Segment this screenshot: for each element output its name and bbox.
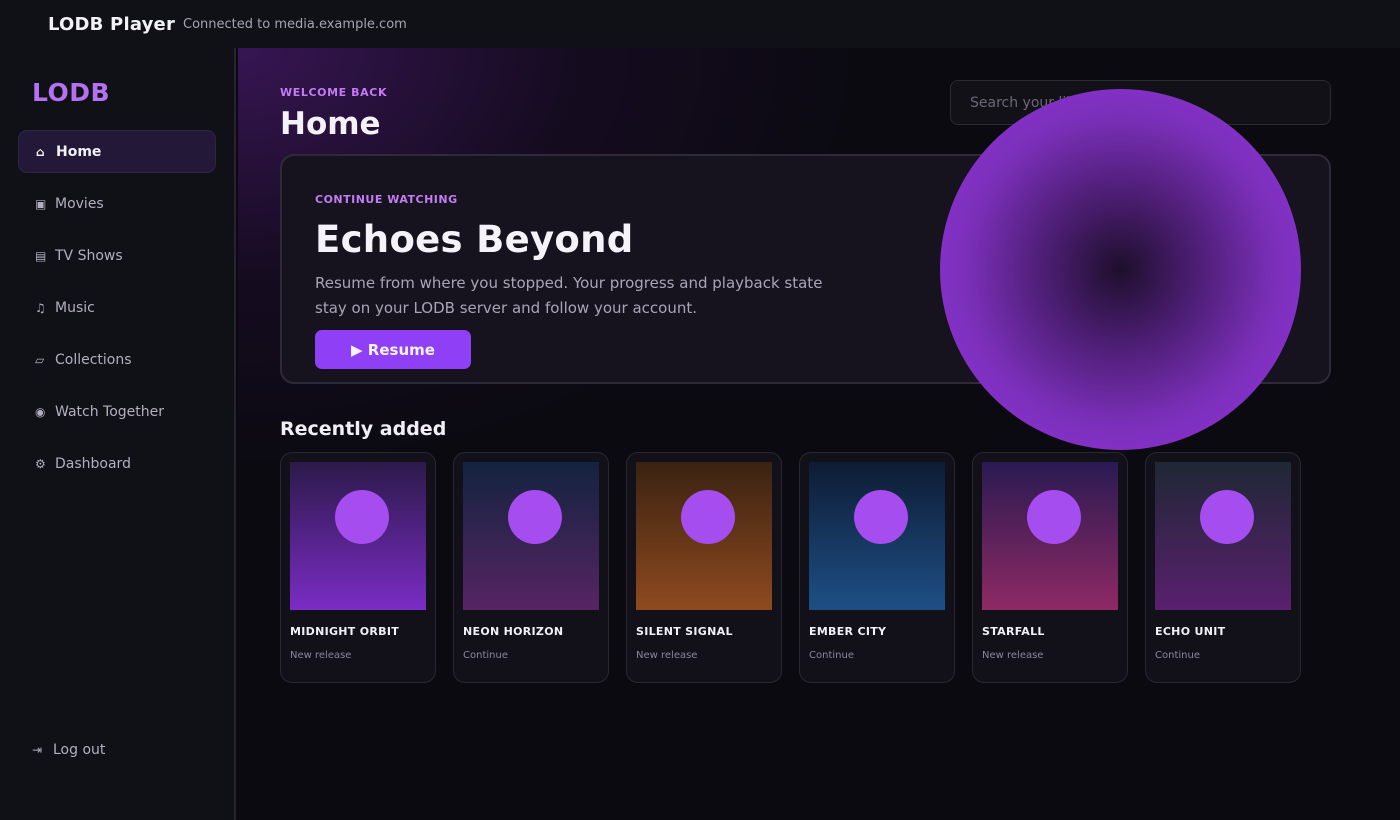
recently-added-title: Recently added xyxy=(280,418,447,440)
card-subtitle: Continue xyxy=(463,650,508,661)
page-title: Home xyxy=(280,106,381,142)
poster xyxy=(982,462,1118,610)
media-card[interactable]: MIDNIGHT ORBIT New release xyxy=(280,452,436,683)
card-title: SILENT SIGNAL xyxy=(636,625,733,638)
music-icon: ♫ xyxy=(35,300,46,315)
hero-orb xyxy=(940,89,1301,450)
main-content: WELCOME BACK Home CONTINUE WATCHING Echo… xyxy=(238,48,1400,820)
sidebar-item-tv-shows[interactable]: ▤ TV Shows xyxy=(18,234,216,277)
sidebar-item-label: Dashboard xyxy=(55,455,131,472)
top-bar: LODB Player Connected to media.example.c… xyxy=(0,0,1400,48)
card-title: NEON HORIZON xyxy=(463,625,564,638)
media-card[interactable]: EMBER CITY Continue xyxy=(799,452,955,683)
sidebar-item-dashboard[interactable]: ⚙ Dashboard xyxy=(18,442,216,485)
card-title: ECHO UNIT xyxy=(1155,625,1226,638)
poster-orb xyxy=(1027,490,1081,544)
welcome-eyebrow: WELCOME BACK xyxy=(280,86,388,99)
sidebar-item-label: Music xyxy=(55,299,95,316)
sidebar-item-home[interactable]: ⌂ Home xyxy=(18,130,216,173)
logout-button[interactable]: ⇥ Log out xyxy=(32,742,105,758)
card-subtitle: New release xyxy=(290,650,352,661)
sidebar-item-movies[interactable]: ▣ Movies xyxy=(18,182,216,225)
sidebar-item-label: Collections xyxy=(55,351,132,368)
resume-button[interactable]: ▶ Resume xyxy=(315,330,471,369)
sidebar-item-label: Watch Together xyxy=(55,403,165,420)
sidebar-item-watch-together[interactable]: ◉ Watch Together xyxy=(18,390,216,433)
sidebar-item-collections[interactable]: ▱ Collections xyxy=(18,338,216,381)
poster xyxy=(1155,462,1291,610)
gear-icon: ⚙ xyxy=(35,456,46,471)
card-subtitle: New release xyxy=(982,650,1044,661)
poster xyxy=(636,462,772,610)
tv-icon: ▤ xyxy=(35,248,47,263)
media-card[interactable]: SILENT SIGNAL New release xyxy=(626,452,782,683)
hero-description: Resume from where you stopped. Your prog… xyxy=(315,274,823,317)
movie-icon: ▣ xyxy=(35,196,47,211)
card-title: STARFALL xyxy=(982,625,1045,638)
poster-orb xyxy=(335,490,389,544)
poster xyxy=(809,462,945,610)
home-icon: ⌂ xyxy=(36,144,45,159)
poster-orb xyxy=(508,490,562,544)
card-subtitle: New release xyxy=(636,650,698,661)
media-card[interactable]: STARFALL New release xyxy=(972,452,1128,683)
media-card[interactable]: NEON HORIZON Continue xyxy=(453,452,609,683)
card-title: MIDNIGHT ORBIT xyxy=(290,625,400,638)
poster-orb xyxy=(854,490,908,544)
poster xyxy=(463,462,599,610)
card-subtitle: Continue xyxy=(1155,650,1200,661)
sidebar-item-label: Movies xyxy=(55,195,104,212)
poster-orb xyxy=(1200,490,1254,544)
poster-orb xyxy=(681,490,735,544)
app-title: LODB Player xyxy=(48,13,176,35)
logout-label: Log out xyxy=(53,742,106,758)
card-title: EMBER CITY xyxy=(809,625,887,638)
sidebar-item-label: Home xyxy=(56,143,102,160)
watch-together-icon: ◉ xyxy=(35,404,46,419)
brand-logo[interactable]: LODB xyxy=(32,78,110,107)
hero-eyebrow: CONTINUE WATCHING xyxy=(315,193,458,206)
sidebar-item-label: TV Shows xyxy=(55,247,123,264)
card-subtitle: Continue xyxy=(809,650,854,661)
hero-title: Echoes Beyond xyxy=(315,218,634,261)
collections-icon: ▱ xyxy=(35,352,45,367)
poster xyxy=(290,462,426,610)
sidebar-item-music[interactable]: ♫ Music xyxy=(18,286,216,329)
sidebar: LODB ⌂ Home ▣ Movies ▤ TV Shows ♫ Music … xyxy=(0,48,236,820)
media-card[interactable]: ECHO UNIT Continue xyxy=(1145,452,1301,683)
connection-status: Connected to media.example.com xyxy=(183,16,407,32)
logout-icon: ⇥ xyxy=(32,743,43,757)
